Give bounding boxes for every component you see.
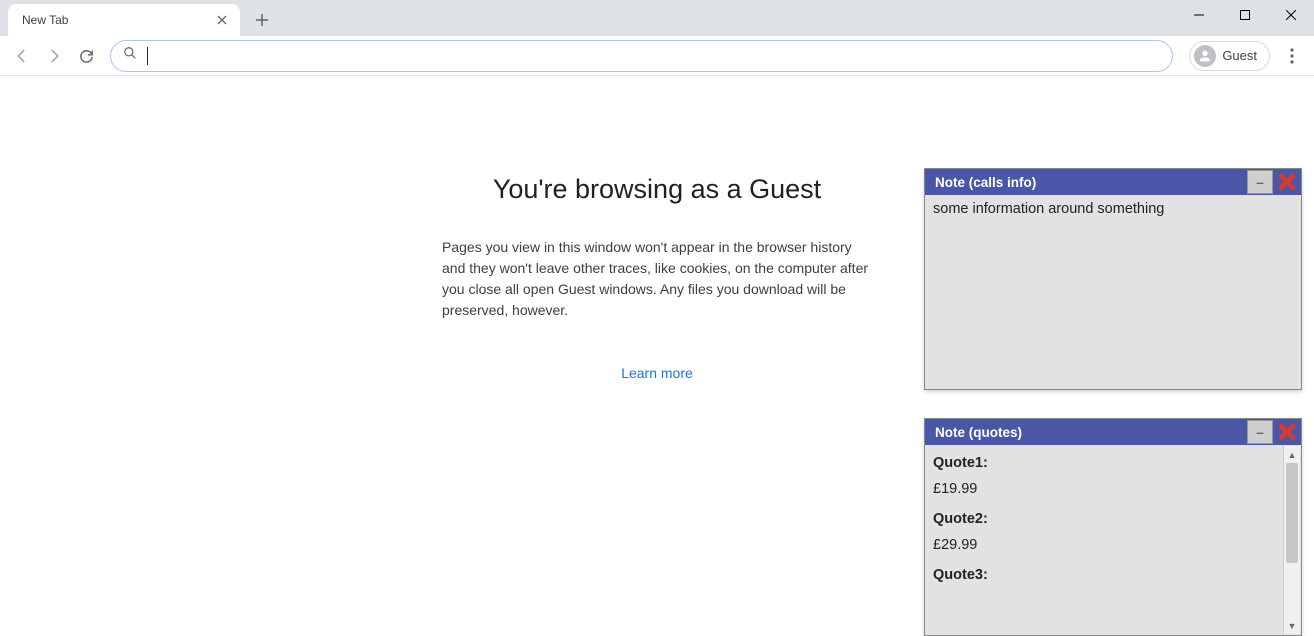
quote-value: £19.99 [933,481,1281,497]
profile-chip[interactable]: Guest [1189,41,1270,71]
avatar-icon [1194,45,1216,67]
toolbar: Guest [0,36,1314,76]
profile-label: Guest [1222,48,1257,63]
scroll-thumb[interactable] [1286,463,1298,563]
note-minimize-button[interactable]: – [1247,170,1273,194]
quote-label: Quote1: [933,455,1281,471]
page-content: You're browsing as a Guest Pages you vie… [0,76,1314,588]
forward-button[interactable] [40,42,68,70]
window-close-button[interactable] [1268,0,1314,30]
tab-title: New Tab [22,13,214,27]
scroll-down-icon[interactable]: ▼ [1284,617,1300,634]
note-calls-info: Note (calls info) – some information aro… [924,168,1302,390]
maximize-button[interactable] [1222,0,1268,30]
note-header[interactable]: Note (calls info) – [925,169,1301,195]
close-tab-icon[interactable] [214,12,230,28]
browser-tab[interactable]: New Tab [8,4,240,36]
learn-more-link[interactable]: Learn more [442,365,872,381]
note-body[interactable]: some information around something [925,195,1301,389]
scroll-up-icon[interactable]: ▲ [1284,446,1300,463]
guest-description: Pages you view in this window won't appe… [442,237,872,321]
guest-info: You're browsing as a Guest Pages you vie… [442,174,872,381]
reload-button[interactable] [72,42,100,70]
quote-label: Quote2: [933,511,1281,527]
note-quotes: Note (quotes) – Quote1: £19.99 Quote2: £… [924,418,1302,636]
note-body[interactable]: Quote1: £19.99 Quote2: £29.99 Quote3: [925,445,1301,635]
menu-button[interactable] [1278,42,1306,70]
quote-value: £29.99 [933,537,1281,553]
window-controls [1176,0,1314,30]
note-header[interactable]: Note (quotes) – [925,419,1301,445]
back-button[interactable] [8,42,36,70]
new-tab-button[interactable] [248,6,276,34]
search-icon [123,46,137,65]
note-minimize-button[interactable]: – [1247,420,1273,444]
omnibox-input[interactable] [148,48,1160,64]
quote-label: Quote3: [933,567,1281,583]
note-title: Note (calls info) [935,175,1247,190]
titlebar: New Tab [0,0,1314,36]
address-bar[interactable] [110,40,1173,72]
guest-title: You're browsing as a Guest [442,174,872,205]
minimize-button[interactable] [1176,0,1222,30]
note-title: Note (quotes) [935,425,1247,440]
scrollbar[interactable]: ▲ ▼ [1283,446,1300,634]
note-close-button[interactable] [1273,169,1301,195]
note-close-button[interactable] [1273,419,1301,445]
